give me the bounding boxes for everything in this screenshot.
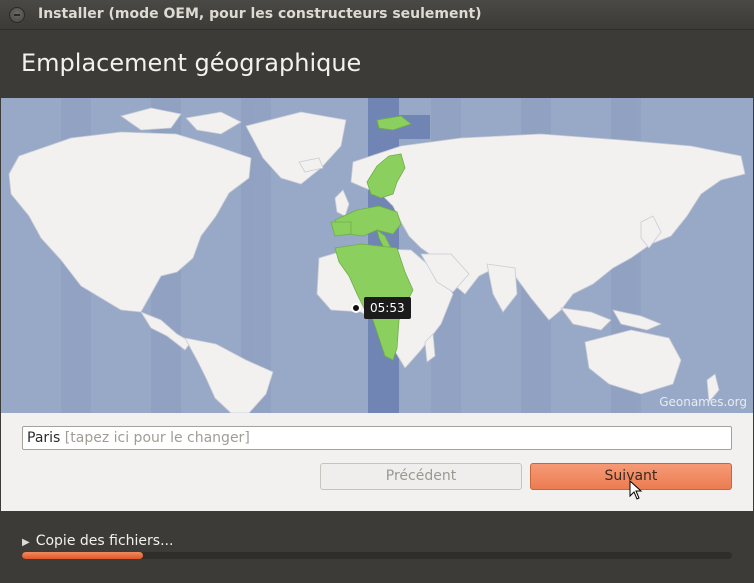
selected-city-marker[interactable] <box>351 303 361 313</box>
mouse-pointer-icon <box>629 480 643 500</box>
copy-progress-bar <box>22 552 732 559</box>
title-bar: Installer (mode OEM, pour les constructe… <box>0 0 754 30</box>
installer-window: Installer (mode OEM, pour les constructe… <box>0 0 754 583</box>
window-title: Installer (mode OEM, pour les constructe… <box>38 6 482 22</box>
page-header: Emplacement géographique <box>0 30 754 98</box>
location-panel: Paris [tapez ici pour le changer] Précéd… <box>1 413 753 511</box>
timezone-map[interactable]: 05:53 Geonames.org <box>1 98 753 413</box>
location-input[interactable]: Paris [tapez ici pour le changer] <box>22 426 732 450</box>
footer: ▶ Copie des fichiers... <box>0 511 754 583</box>
previous-button[interactable]: Précédent <box>320 463 522 490</box>
location-value: Paris <box>27 430 61 446</box>
local-time-tooltip: 05:53 <box>364 297 411 319</box>
copy-files-expander[interactable]: ▶ Copie des fichiers... <box>22 533 173 549</box>
copy-files-label: Copie des fichiers... <box>35 533 174 549</box>
copy-progress-fill <box>22 552 143 559</box>
location-placeholder: [tapez ici pour le changer] <box>64 430 250 446</box>
map-credit: Geonames.org <box>659 395 747 409</box>
expander-arrow-icon: ▶ <box>22 537 30 548</box>
page-title: Emplacement géographique <box>21 49 362 77</box>
world-map-graphic <box>8 98 746 413</box>
window-minimize-button[interactable] <box>9 7 25 23</box>
